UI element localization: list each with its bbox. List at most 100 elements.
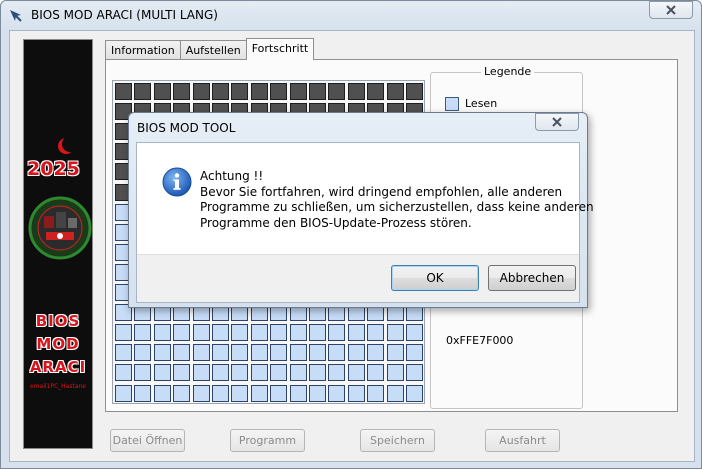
progress-block — [115, 344, 132, 362]
banner-caption: email1PC_Hastane — [29, 383, 86, 390]
progress-block — [367, 384, 385, 402]
progress-block — [212, 324, 229, 342]
progress-block — [328, 83, 346, 100]
progress-block — [212, 364, 229, 382]
progress-block — [250, 384, 268, 402]
progress-block — [134, 384, 152, 402]
dialog-message-line: Bevor Sie fortfahren, wird dringend empf… — [200, 184, 563, 199]
progress-block — [309, 384, 326, 402]
window-close-button[interactable] — [649, 1, 693, 19]
crescent-icon — [62, 136, 78, 152]
progress-block — [192, 324, 210, 342]
progress-block — [212, 384, 229, 402]
progress-block — [153, 384, 171, 402]
progress-block — [115, 83, 132, 100]
dialog-message-line: Programme zu schließen, um sicherzustell… — [200, 200, 594, 214]
progress-block — [231, 324, 249, 342]
progress-block — [328, 364, 346, 382]
dialog-body: Achtung !! Bevor Sie fortfahren, wird dr… — [136, 142, 594, 303]
progress-block — [386, 384, 404, 402]
dialog-title: BIOS MOD TOOL — [137, 121, 236, 135]
progress-block — [212, 344, 229, 362]
progress-block — [347, 384, 365, 402]
cancel-button[interactable]: Abbrechen — [488, 265, 576, 291]
legend-title: Legende — [481, 65, 535, 78]
progress-block — [173, 384, 191, 402]
progress-block — [347, 324, 365, 342]
tab-information[interactable]: Information — [105, 40, 181, 60]
progress-block — [367, 364, 385, 382]
progress-block — [347, 364, 365, 382]
progress-block — [153, 324, 171, 342]
progress-block — [406, 324, 423, 342]
tab-aufstellen[interactable]: Aufstellen — [179, 40, 247, 60]
banner-word-1: BIOS — [35, 312, 81, 330]
banner-word-2: MOD — [36, 335, 80, 353]
banner-word-3: ARACI — [29, 358, 87, 376]
progress-block — [367, 344, 385, 362]
dialog-close-button[interactable] — [535, 113, 579, 131]
progress-block — [173, 324, 191, 342]
progress-block — [406, 344, 423, 362]
progress-block — [192, 384, 210, 402]
progress-block — [386, 324, 404, 342]
progress-block — [289, 324, 307, 342]
progress-block — [289, 384, 307, 402]
progress-block — [386, 83, 404, 100]
progress-block — [115, 364, 132, 382]
progress-block — [367, 83, 385, 100]
brand-banner: 2025 BIOS MOD ARACI email1PC_Hastane — [23, 39, 93, 449]
title-bar[interactable]: BIOS MOD ARACI (MULTI LANG) — [1, 1, 701, 30]
tab-strip: Information Aufstellen Fortschritt — [105, 38, 315, 60]
progress-block — [406, 83, 423, 100]
exit-button[interactable]: Ausfahrt — [485, 429, 560, 452]
progress-block — [406, 384, 423, 402]
progress-block — [270, 384, 288, 402]
progress-block — [192, 83, 210, 100]
open-file-button[interactable]: Datei Öffnen — [110, 429, 185, 452]
progress-block — [134, 83, 152, 100]
progress-block — [250, 344, 268, 362]
save-button[interactable]: Speichern — [360, 429, 435, 452]
progress-block — [212, 83, 229, 100]
progress-block — [386, 344, 404, 362]
progress-block — [406, 364, 423, 382]
banner-year: 2025 — [27, 158, 80, 180]
progress-block — [309, 364, 326, 382]
progress-block — [289, 83, 307, 100]
ok-button[interactable]: OK — [391, 265, 479, 291]
current-address: 0xFFE7F000 — [446, 334, 514, 347]
progress-block — [134, 364, 152, 382]
progress-block — [309, 344, 326, 362]
progress-block — [328, 324, 346, 342]
progress-block — [289, 344, 307, 362]
emblem-logo — [28, 196, 92, 260]
progress-block — [173, 344, 191, 362]
close-x-icon — [552, 117, 562, 127]
app-arrow-icon — [10, 10, 22, 22]
progress-block — [367, 324, 385, 342]
progress-block — [173, 364, 191, 382]
progress-block — [270, 344, 288, 362]
progress-block — [309, 83, 326, 100]
progress-block — [192, 344, 210, 362]
progress-block — [309, 324, 326, 342]
progress-block — [250, 324, 268, 342]
progress-block — [231, 384, 249, 402]
progress-block — [115, 384, 132, 402]
progress-block — [347, 344, 365, 362]
progress-block — [134, 324, 152, 342]
progress-block — [270, 83, 288, 100]
tab-fortschritt[interactable]: Fortschritt — [245, 38, 315, 60]
progress-block — [153, 364, 171, 382]
program-button[interactable]: Programm — [230, 429, 305, 452]
window-title: BIOS MOD ARACI (MULTI LANG) — [31, 8, 218, 22]
progress-block — [289, 364, 307, 382]
progress-block — [192, 364, 210, 382]
progress-block — [115, 324, 132, 342]
progress-block — [173, 83, 191, 100]
progress-block — [153, 83, 171, 100]
progress-block — [270, 364, 288, 382]
progress-block — [250, 364, 268, 382]
progress-block — [270, 324, 288, 342]
